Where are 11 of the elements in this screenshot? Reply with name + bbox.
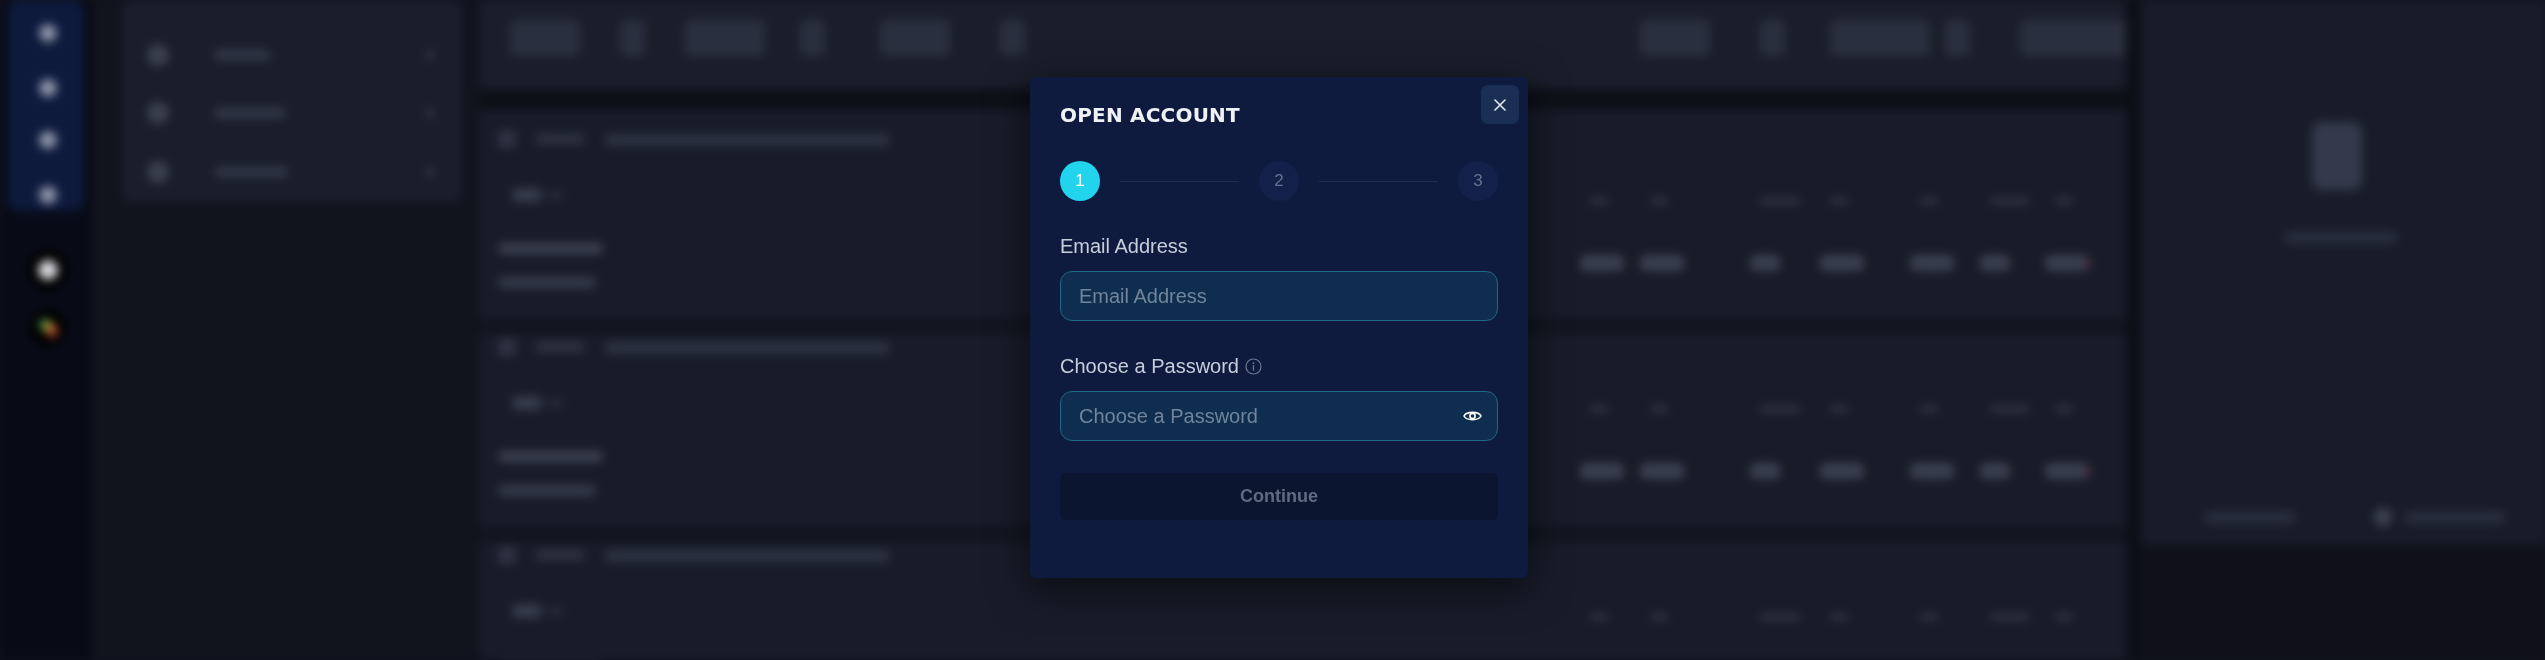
field-label: Choose a Password [1060,354,1239,378]
password-field[interactable]: Choose a Password [1060,391,1498,441]
step-indicator: 3 [1458,161,1498,201]
step-indicator: 1 [1060,161,1100,201]
step-indicator: 2 [1259,161,1299,201]
email-field[interactable]: Email Address [1060,271,1498,321]
eye-icon[interactable] [1463,409,1482,423]
close-icon [1494,98,1506,111]
dialog-title: OPEN ACCOUNT [1060,102,1240,129]
field-label: Email Address [1060,234,1188,258]
close-button[interactable] [1481,85,1519,124]
